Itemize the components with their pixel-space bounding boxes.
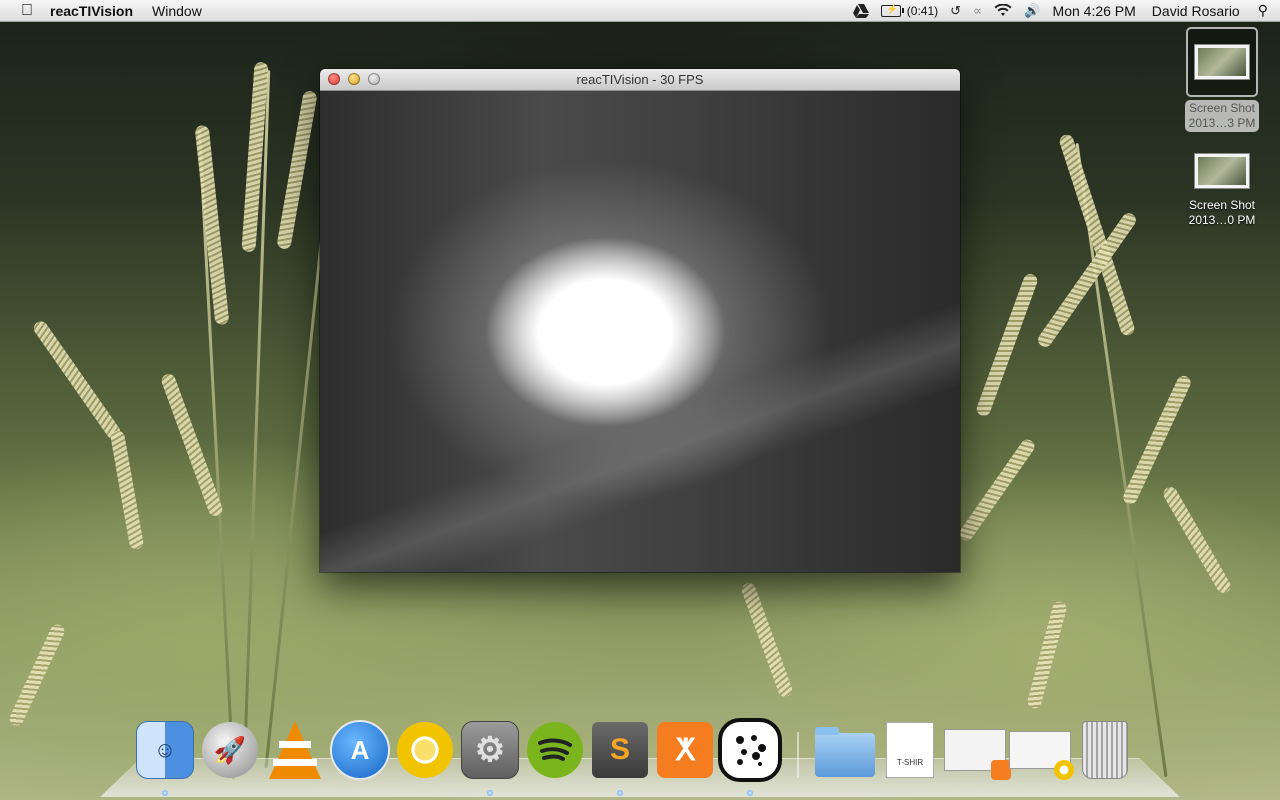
bluetooth-icon[interactable]: ∝ [973, 3, 982, 19]
dock-reactivision[interactable] [718, 718, 782, 796]
grass-head [31, 318, 123, 442]
window-titlebar[interactable]: reacTIVision - 30 FPS [320, 69, 960, 91]
apple-menu-icon[interactable]:  [18, 2, 36, 20]
google-drive-icon[interactable] [852, 3, 869, 18]
grass-head [109, 429, 145, 551]
desktop-file-screenshot-2[interactable]: Screen Shot 2013…0 PM [1174, 153, 1270, 229]
trash-icon [1082, 721, 1128, 779]
file-label: Screen Shot 2013…3 PM [1184, 100, 1260, 132]
traffic-cone-icon [269, 721, 321, 779]
menubar-clock[interactable]: Mon 4:26 PM [1053, 3, 1136, 19]
xampp-window-icon [944, 729, 1011, 780]
dock-chrome-canary[interactable] [393, 718, 457, 782]
running-indicator [487, 790, 493, 796]
folder-icon [815, 727, 875, 777]
dock-xampp[interactable]: ⵅ [653, 718, 717, 782]
dock-system-preferences[interactable]: ⚙ [458, 718, 522, 796]
file-name-line-1: Screen Shot [1188, 101, 1256, 115]
document-text: T-SHIR [896, 758, 924, 767]
grass-head [276, 89, 318, 251]
grass-head [194, 124, 230, 326]
battery-status[interactable]: ⚡ (0:41) [880, 3, 939, 18]
window-title: reacTIVision - 30 FPS [576, 72, 704, 87]
file-name-line-2: 2013…3 PM [1188, 116, 1256, 130]
battery-icon: ⚡ [880, 4, 904, 17]
running-indicator [747, 790, 753, 796]
rocket-icon: 🚀 [202, 722, 258, 778]
grass-head [974, 272, 1040, 418]
grass-head [1121, 373, 1193, 507]
fiducial-icon [718, 718, 782, 782]
menu-bar:  reacTIVision Window ⚡ (0:41) ↺ ∝ 🔊 Mon… [0, 0, 1280, 22]
dock-sublime-text[interactable]: S [588, 718, 652, 796]
grass-head [7, 622, 67, 728]
document-icon: T-SHIR [886, 722, 934, 778]
gear-icon: ⚙ [461, 721, 519, 779]
dock-vlc[interactable] [263, 718, 327, 782]
file-name-line-1: Screen Shot [1188, 198, 1256, 212]
time-machine-icon[interactable]: ↺ [950, 3, 961, 19]
sublime-icon: S [592, 722, 648, 778]
screenshot-thumbnail [1194, 153, 1250, 189]
window-menu[interactable]: Window [152, 3, 202, 19]
desktop-file-screenshot-1[interactable]: Screen Shot 2013…3 PM [1174, 27, 1270, 132]
dock-finder[interactable]: ☺ [133, 718, 197, 796]
screenshot-thumbnail [1194, 44, 1250, 80]
running-indicator [617, 790, 623, 796]
dock-preview-window[interactable] [1008, 718, 1074, 782]
dock-trash[interactable] [1073, 718, 1137, 782]
spotlight-search-icon[interactable]: ⚲ [1258, 2, 1268, 19]
file-name-line-2: 2013…0 PM [1188, 213, 1256, 227]
reactivision-window: reacTIVision - 30 FPS [320, 69, 960, 572]
grass-head [739, 581, 795, 699]
running-indicator [162, 790, 168, 796]
user-menu[interactable]: David Rosario [1152, 3, 1240, 19]
dock-xampp-controls-window[interactable] [943, 718, 1011, 782]
dock: ☺ 🚀 A ⚙ S ⵅ T-SHIR [133, 716, 1138, 796]
chrome-icon [397, 722, 453, 778]
dock-app-store[interactable]: A [328, 718, 392, 782]
battery-time: (0:41) [906, 3, 939, 18]
grass-head [1026, 600, 1068, 710]
preview-window-icon [1009, 731, 1074, 780]
volume-icon[interactable]: 🔊 [1024, 3, 1040, 19]
finder-icon: ☺ [136, 721, 194, 779]
app-store-icon: A [330, 720, 390, 780]
spotify-icon [527, 722, 583, 778]
xampp-icon: ⵅ [657, 722, 713, 778]
app-menu[interactable]: reacTIVision [50, 3, 133, 19]
dock-spotify[interactable] [523, 718, 587, 782]
wifi-icon[interactable] [994, 4, 1012, 17]
file-thumbnail-frame [1186, 27, 1258, 97]
dock-folder[interactable] [813, 718, 877, 782]
grass-head [1160, 484, 1234, 596]
dock-document-tshirt[interactable]: T-SHIR [878, 718, 942, 782]
camera-feed [320, 91, 960, 572]
dock-separator [797, 732, 799, 778]
dock-launchpad[interactable]: 🚀 [198, 718, 262, 782]
file-label: Screen Shot 2013…0 PM [1174, 197, 1270, 229]
grass-head [956, 436, 1038, 544]
